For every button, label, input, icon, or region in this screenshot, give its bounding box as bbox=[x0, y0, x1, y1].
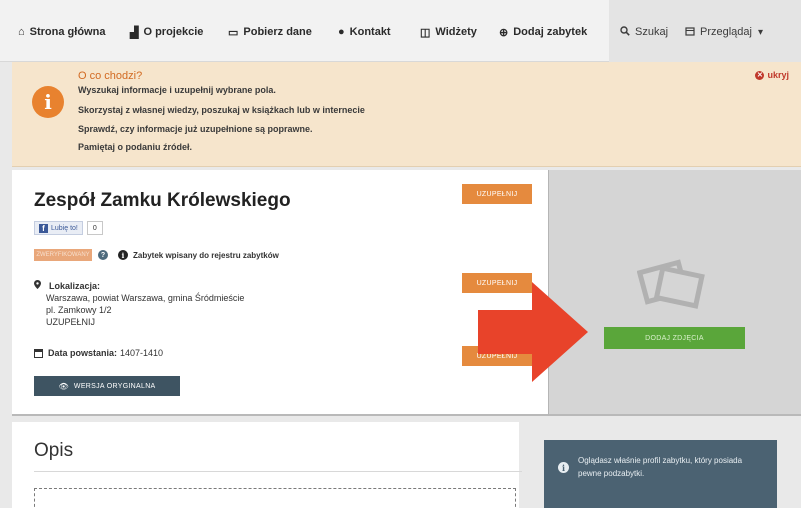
date-row: Data powstania: 1407-1410 bbox=[34, 348, 163, 358]
divider bbox=[34, 471, 522, 472]
nav-item-home[interactable]: ⌂ Strona główna bbox=[18, 24, 105, 40]
hide-label: ukryj bbox=[767, 70, 789, 80]
info-icon: i bbox=[558, 462, 569, 473]
photos-placeholder-icon bbox=[637, 259, 705, 309]
subitems-note-text: Oglądasz właśnie profil zabytku, który p… bbox=[578, 456, 743, 478]
nav-item-label: Przeglądaj bbox=[700, 26, 752, 38]
info-banner: i O co chodzi? Wyszukaj informacje i uzu… bbox=[12, 62, 801, 167]
date-label: Data powstania: bbox=[48, 348, 118, 358]
date-value: 1407-1410 bbox=[120, 348, 164, 358]
close-icon: ✕ bbox=[755, 70, 765, 80]
description-editor[interactable] bbox=[34, 488, 516, 508]
fill-name-button[interactable]: UZUPEŁNIJ bbox=[462, 184, 532, 204]
map-pin-icon bbox=[34, 280, 41, 291]
nav-item-download[interactable]: ▭ Pobierz dane bbox=[228, 24, 312, 40]
add-photos-button[interactable]: DODAJ ZDJĘCIA bbox=[604, 327, 745, 349]
nav-item-widgets[interactable]: ◫ Widżety bbox=[420, 24, 477, 40]
description-section: Opis bbox=[12, 422, 522, 508]
calendar-icon bbox=[34, 348, 43, 358]
info-icon: i bbox=[32, 86, 64, 118]
fill-location-link[interactable]: UZUPEŁNIJ bbox=[46, 317, 95, 327]
nav-item-label: Strona główna bbox=[29, 26, 106, 38]
nav-item-label: Widżety bbox=[435, 26, 477, 38]
location-label: Lokalizacja: bbox=[49, 280, 101, 291]
banner-line: Pamiętaj o podaniu źródeł. bbox=[78, 142, 193, 152]
widget-icon: ◫ bbox=[420, 26, 431, 39]
home-icon: ⌂ bbox=[18, 26, 25, 38]
register-status-text: Zabytek wpisany do rejestru zabytków bbox=[133, 250, 279, 260]
status-badge: ZWERYFIKOWANY bbox=[34, 249, 92, 261]
banner-line: Skorzystaj z własnej wiedzy, poszukaj w … bbox=[78, 105, 365, 115]
location-line: pl. Zamkowy 1/2 bbox=[46, 305, 112, 315]
facebook-like-count: 0 bbox=[86, 221, 103, 235]
red-arrow-icon bbox=[478, 282, 588, 382]
nav-item-contact[interactable]: ● Kontakt bbox=[338, 24, 391, 40]
hide-banner-button[interactable]: ✕ ukryj bbox=[755, 70, 789, 80]
monitor-icon: ▭ bbox=[228, 26, 239, 39]
chevron-down-icon: ▾ bbox=[757, 26, 764, 38]
nav-item-browse[interactable]: Przeglądaj ▾ bbox=[685, 24, 763, 40]
original-version-label: WERSJA ORYGINALNA bbox=[73, 382, 156, 390]
nav-item-search[interactable]: Szukaj bbox=[620, 24, 668, 40]
facebook-icon: f bbox=[39, 223, 48, 233]
chat-icon: ● bbox=[338, 26, 345, 38]
facebook-like-label: Lubię to! bbox=[51, 224, 78, 232]
banner-line: Wyszukaj informacje i uzupełnij wybrane … bbox=[78, 85, 276, 95]
info-icon: i bbox=[118, 250, 128, 260]
plus-circle-icon: ⊕ bbox=[499, 26, 509, 39]
facebook-like-button[interactable]: f Lubię to! bbox=[34, 221, 83, 235]
nav-item-add-monument[interactable]: ⊕ Dodaj zabytek bbox=[499, 24, 587, 40]
search-icon bbox=[620, 25, 630, 39]
chart-icon: ▟ bbox=[130, 26, 139, 39]
help-icon[interactable]: ? bbox=[98, 250, 108, 260]
nav-item-about[interactable]: ▟ O projekcie bbox=[130, 24, 203, 40]
top-navigation: ⌂ Strona główna ▟ O projekcie ▭ Pobierz … bbox=[0, 0, 801, 62]
location-line: Warszawa, powiat Warszawa, gmina Śródmie… bbox=[46, 293, 245, 303]
browse-icon bbox=[685, 26, 695, 39]
monument-card: Zespół Zamku Królewskiego UZUPEŁNIJ f Lu… bbox=[12, 170, 548, 416]
description-title: Opis bbox=[34, 440, 74, 461]
status-row: ZWERYFIKOWANY ? i Zabytek wpisany do rej… bbox=[34, 249, 279, 261]
banner-title: O co chodzi? bbox=[78, 70, 143, 82]
monument-title: Zespół Zamku Królewskiego bbox=[34, 190, 291, 211]
eye-icon: 👁 bbox=[58, 381, 69, 391]
nav-item-label: O projekcie bbox=[143, 26, 204, 38]
nav-item-label: Szukaj bbox=[635, 26, 669, 38]
nav-item-label: Kontakt bbox=[349, 26, 391, 38]
facebook-like: f Lubię to! 0 bbox=[34, 221, 103, 235]
subitems-note: i Oglądasz właśnie profil zabytku, który… bbox=[544, 440, 777, 508]
banner-line: Sprawdź, czy informacje już uzupełnione … bbox=[78, 124, 313, 134]
nav-item-label: Pobierz dane bbox=[243, 26, 312, 38]
nav-item-label: Dodaj zabytek bbox=[513, 26, 588, 38]
original-version-button[interactable]: 👁 WERSJA ORYGINALNA bbox=[34, 376, 180, 396]
location-heading: Lokalizacja: bbox=[34, 280, 100, 291]
